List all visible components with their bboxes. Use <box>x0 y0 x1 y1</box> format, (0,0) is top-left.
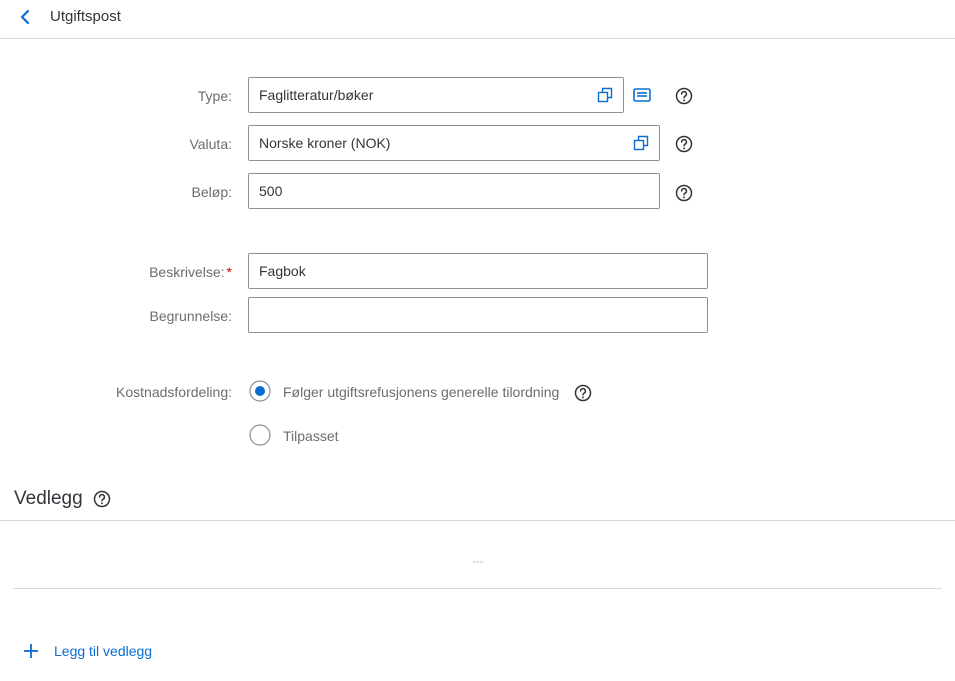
description-field[interactable]: Fagbok <box>248 253 708 289</box>
attachments-list-divider <box>13 588 942 589</box>
radio-general-allocation-label[interactable]: Følger utgiftsrefusjonens generelle tilo… <box>283 383 559 401</box>
required-marker: * <box>226 264 232 280</box>
page-title: Utgiftspost <box>50 8 121 25</box>
back-button[interactable] <box>14 6 36 28</box>
help-icon-cost-allocation[interactable] <box>574 384 592 402</box>
justification-label: Begrunnelse: <box>149 308 232 324</box>
justification-field[interactable] <box>248 297 708 333</box>
type-value: Faglitteratur/bøker <box>259 87 374 103</box>
attachments-divider <box>0 520 955 521</box>
plus-icon <box>24 644 38 658</box>
chevron-left-icon <box>20 9 30 25</box>
attachments-title: Vedlegg <box>14 488 83 509</box>
amount-field[interactable]: 500 <box>248 173 660 209</box>
currency-value: Norske kroner (NOK) <box>259 135 391 151</box>
description-label-text: Beskrivelse: <box>149 264 225 280</box>
amount-value: 500 <box>259 183 283 199</box>
page-header <box>0 0 955 39</box>
currency-field[interactable]: Norske kroner (NOK) <box>248 125 660 161</box>
add-attachment-button[interactable]: Legg til vedlegg <box>22 640 152 662</box>
attachments-empty-placeholder: --- <box>472 556 484 568</box>
value-help-icon[interactable] <box>633 135 649 151</box>
description-label: Beskrivelse: * <box>0 263 232 281</box>
radio-general-allocation[interactable] <box>249 380 271 402</box>
card-icon[interactable] <box>633 87 651 103</box>
add-attachment-label: Legg til vedlegg <box>54 643 153 659</box>
description-value: Fagbok <box>259 263 306 279</box>
cost-allocation-label: Kostnadsfordeling: <box>116 384 232 400</box>
value-help-icon[interactable] <box>597 87 613 103</box>
type-field[interactable]: Faglitteratur/bøker <box>248 77 624 113</box>
radio-custom-label[interactable]: Tilpasset <box>283 427 339 445</box>
amount-label: Beløp: <box>191 184 232 200</box>
type-label: Type: <box>197 88 232 104</box>
radio-custom[interactable] <box>249 424 271 446</box>
help-icon-currency[interactable] <box>675 135 693 153</box>
currency-label: Valuta: <box>189 136 232 152</box>
help-icon-attachments[interactable] <box>93 490 111 508</box>
help-icon-amount[interactable] <box>675 184 693 202</box>
help-icon-type[interactable] <box>675 87 693 105</box>
